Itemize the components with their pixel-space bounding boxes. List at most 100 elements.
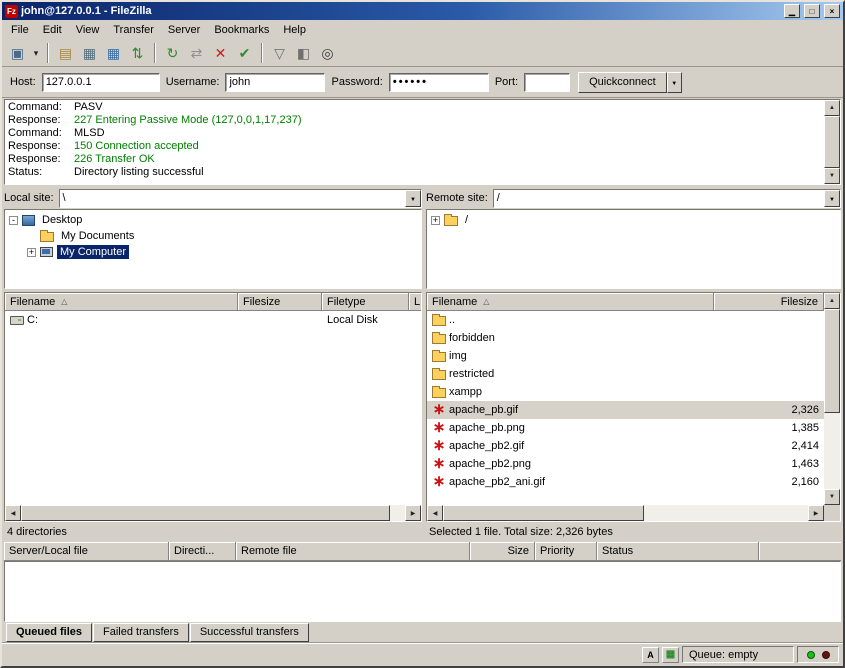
scroll-track[interactable] xyxy=(824,309,840,489)
file-row[interactable]: ∗apache_pb2_ani.gif 2,160 xyxy=(427,473,824,491)
local-hscrollbar[interactable] xyxy=(5,505,421,521)
menu-view[interactable]: View xyxy=(69,21,107,39)
menu-bookmarks[interactable]: Bookmarks xyxy=(207,21,276,39)
quickconnect-button[interactable]: Quickconnect xyxy=(578,72,667,93)
scroll-track[interactable] xyxy=(824,116,840,168)
cancel-button[interactable]: ✕ xyxy=(209,42,232,64)
tab-successful-transfers[interactable]: Successful transfers xyxy=(190,623,309,642)
scroll-down-button[interactable] xyxy=(824,168,840,184)
process-queue-button[interactable]: ⇄ xyxy=(185,42,208,64)
column-priority[interactable]: Priority xyxy=(535,542,597,561)
site-manager-button[interactable]: ▣ xyxy=(6,42,29,64)
queue-body[interactable] xyxy=(4,561,841,622)
file-row[interactable]: img xyxy=(427,347,824,365)
toggle-queue-button[interactable]: ⇅ xyxy=(126,42,149,64)
log-line: Command:MLSD xyxy=(8,127,821,140)
scroll-thumb[interactable] xyxy=(443,505,644,521)
remote-vscrollbar[interactable] xyxy=(824,293,840,505)
column-filename[interactable]: Filename△ xyxy=(427,293,714,311)
compare-button[interactable]: ◧ xyxy=(292,42,315,64)
chevron-down-icon xyxy=(671,76,677,88)
scroll-thumb[interactable] xyxy=(21,505,390,521)
file-row[interactable]: restricted xyxy=(427,365,824,383)
tree-item-desktop[interactable]: - Desktop xyxy=(7,212,419,228)
ok-button[interactable]: ✔ xyxy=(233,42,256,64)
tree-item-my-computer[interactable]: + My Computer xyxy=(7,244,419,260)
close-button[interactable]: × xyxy=(824,4,840,18)
sort-asc-icon: △ xyxy=(61,297,67,306)
remote-site-combobox[interactable]: / xyxy=(493,189,841,208)
remote-site-dropdown-button[interactable] xyxy=(824,190,840,207)
site-manager-dropdown-button[interactable]: ▾ xyxy=(30,42,42,64)
toggle-message-log-button[interactable]: ▤ xyxy=(54,42,77,64)
scroll-up-button[interactable] xyxy=(824,100,840,116)
maximize-button[interactable]: □ xyxy=(804,4,820,18)
host-input[interactable] xyxy=(42,73,160,92)
minimize-button[interactable]: ▁ xyxy=(784,4,800,18)
expand-icon[interactable]: + xyxy=(27,248,36,257)
titlebar[interactable]: Fz john@127.0.0.1 - FileZilla ▁ □ × xyxy=(2,2,843,20)
log-scrollbar[interactable] xyxy=(824,100,840,184)
scroll-right-button[interactable] xyxy=(808,505,824,521)
activity-indicators xyxy=(797,646,839,663)
toggle-remote-tree-button[interactable]: ▦ xyxy=(102,42,125,64)
refresh-button[interactable]: ↻ xyxy=(161,42,184,64)
tree-item-my-documents[interactable]: My Documents xyxy=(7,228,419,244)
scroll-thumb[interactable] xyxy=(824,116,840,168)
scroll-left-button[interactable] xyxy=(5,505,21,521)
menu-server[interactable]: Server xyxy=(161,21,207,39)
column-remote-file[interactable]: Remote file xyxy=(236,542,470,561)
file-row[interactable]: xampp xyxy=(427,383,824,401)
collapse-icon[interactable]: - xyxy=(9,216,18,225)
tree-item-root[interactable]: + / xyxy=(429,212,838,228)
scroll-track[interactable] xyxy=(443,505,808,521)
scroll-left-button[interactable] xyxy=(427,505,443,521)
menu-transfer[interactable]: Transfer xyxy=(106,21,161,39)
toolbar-separator xyxy=(47,43,49,63)
column-filename[interactable]: Filename△ xyxy=(5,293,238,311)
column-filesize[interactable]: Filesize xyxy=(238,293,322,311)
scroll-thumb[interactable] xyxy=(824,309,840,413)
file-row[interactable]: ∗apache_pb2.gif 2,414 xyxy=(427,437,824,455)
local-site-dropdown-button[interactable] xyxy=(405,190,421,207)
menu-edit[interactable]: Edit xyxy=(36,21,69,39)
expand-icon[interactable]: + xyxy=(431,216,440,225)
file-row[interactable]: forbidden xyxy=(427,329,824,347)
remote-hscrollbar[interactable] xyxy=(427,505,824,521)
filter-button[interactable]: ▽ xyxy=(268,42,291,64)
message-log-icon: ▤ xyxy=(59,46,72,60)
remote-pane: Remote site: / + / Filename△ xyxy=(426,187,841,542)
column-filetype[interactable]: Filetype xyxy=(322,293,409,311)
menu-file[interactable]: File xyxy=(4,21,36,39)
find-button[interactable]: ◎ xyxy=(316,42,339,64)
menu-help[interactable]: Help xyxy=(276,21,313,39)
scroll-up-button[interactable] xyxy=(824,293,840,309)
scroll-track[interactable] xyxy=(21,505,405,521)
local-list-body[interactable]: C: Local Disk xyxy=(5,311,421,505)
tab-failed-transfers[interactable]: Failed transfers xyxy=(93,623,189,642)
desktop-icon xyxy=(22,215,35,226)
column-status[interactable]: Status xyxy=(597,542,759,561)
port-input[interactable] xyxy=(524,73,570,92)
column-direction[interactable]: Directi... xyxy=(169,542,236,561)
column-last-modified[interactable]: L xyxy=(409,293,421,311)
column-filesize[interactable]: Filesize xyxy=(714,293,824,311)
folder-icon xyxy=(432,388,446,398)
column-size[interactable]: Size xyxy=(470,542,535,561)
refresh-icon: ↻ xyxy=(167,46,179,60)
file-row[interactable]: ∗apache_pb2.png 1,463 xyxy=(427,455,824,473)
remote-list-body[interactable]: .. forbidden img xyxy=(427,311,824,505)
scroll-right-button[interactable] xyxy=(405,505,421,521)
username-input[interactable] xyxy=(225,73,325,92)
file-row-selected[interactable]: ∗apache_pb.gif 2,326 xyxy=(427,401,824,419)
scroll-down-button[interactable] xyxy=(824,489,840,505)
password-input[interactable] xyxy=(389,73,489,92)
file-row[interactable]: .. xyxy=(427,311,824,329)
file-row[interactable]: ∗apache_pb.png 1,385 xyxy=(427,419,824,437)
file-row[interactable]: C: Local Disk xyxy=(5,311,421,329)
toggle-local-tree-button[interactable]: ▦ xyxy=(78,42,101,64)
tab-queued-files[interactable]: Queued files xyxy=(6,623,92,642)
column-server-local-file[interactable]: Server/Local file xyxy=(4,542,169,561)
quickconnect-dropdown-button[interactable] xyxy=(667,72,682,93)
local-site-combobox[interactable]: \ xyxy=(59,189,422,208)
